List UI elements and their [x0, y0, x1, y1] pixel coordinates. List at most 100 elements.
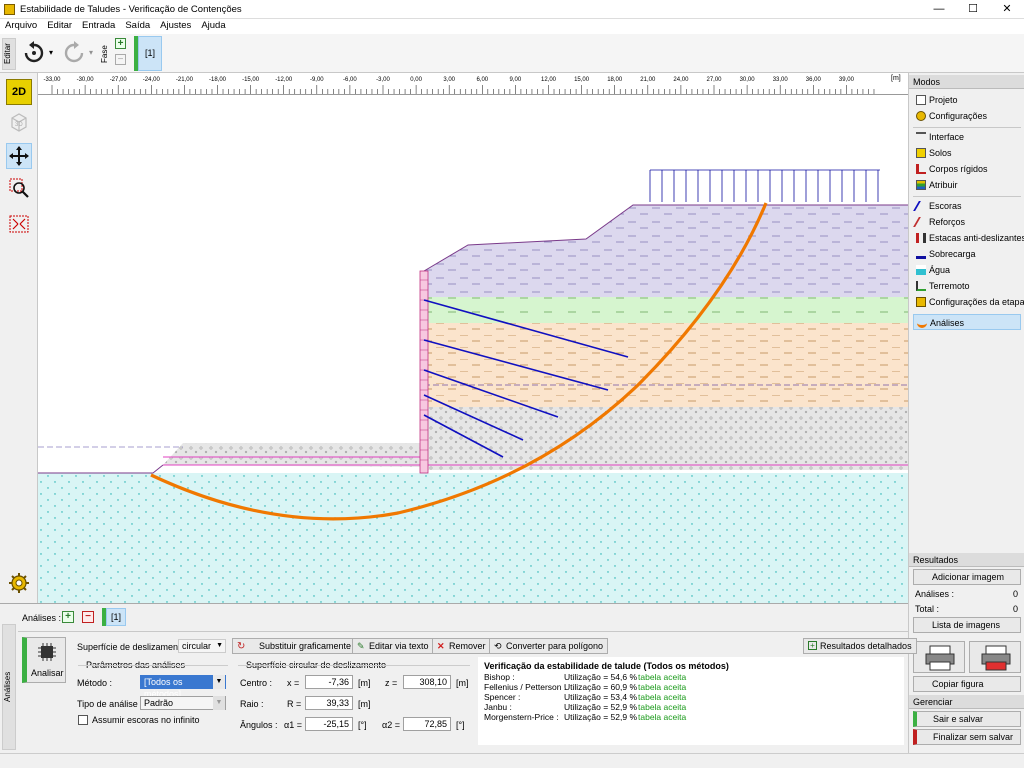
mode-agua[interactable]: Água	[913, 262, 1021, 278]
left-terrain-line	[38, 464, 164, 474]
mode-atribuir[interactable]: Atribuir	[913, 177, 1021, 193]
remove-surface-button[interactable]: ✕ Remover	[432, 638, 491, 654]
mode-configuracoes[interactable]: Configurações	[913, 108, 1021, 124]
result-status: tabela aceita	[638, 682, 687, 692]
surface-type-select[interactable]: circular ▼	[178, 639, 226, 653]
rigid-body-icon	[916, 164, 926, 174]
edit-text-button[interactable]: ✎ Editar via texto	[352, 638, 434, 654]
interface-icon	[916, 132, 926, 142]
minimize-button[interactable]: —	[922, 0, 956, 19]
zoom-window-button[interactable]	[6, 175, 32, 201]
copy-figure-button[interactable]: Copiar figura	[913, 676, 1021, 692]
a2-unit: [°]	[456, 720, 465, 730]
r-label: R =	[287, 699, 302, 709]
total-count-value: 0	[1013, 604, 1019, 614]
analysis-tab-1[interactable]: [1]	[106, 608, 126, 626]
mode-corpos-rigidos[interactable]: Corpos rígidos	[913, 161, 1021, 177]
ruler-tick-label: -21,00	[176, 77, 194, 83]
gear-icon	[916, 111, 926, 121]
mode-analises[interactable]: Análises	[913, 314, 1021, 330]
a1-unit: [°]	[358, 720, 367, 730]
remove-analysis-button[interactable]: −	[82, 611, 94, 623]
mode-config-etapa[interactable]: Configurações da etapa	[913, 294, 1024, 310]
analyze-button[interactable]: Analisar	[22, 637, 66, 683]
redo-button[interactable]	[60, 40, 88, 66]
exit-save-label: Sair e salvar	[933, 714, 984, 724]
add-stage-button[interactable]: +	[115, 38, 126, 49]
mode-solos[interactable]: Solos	[913, 145, 1021, 161]
mode-reforcos[interactable]: Reforços	[913, 214, 1021, 230]
analysis-type-select[interactable]: Padrão ▼	[140, 696, 226, 710]
menu-ajustes[interactable]: Ajustes	[155, 19, 196, 33]
geometry-canvas[interactable]	[38, 95, 908, 603]
stage-tab-1[interactable]: [1]	[138, 36, 162, 71]
undo-button[interactable]	[20, 40, 48, 66]
close-button[interactable]: ✕	[990, 0, 1024, 19]
view-2d-button[interactable]: 2D	[6, 79, 32, 105]
window-title: Estabilidade de Taludes - Verificação de…	[20, 4, 242, 15]
menu-arquivo[interactable]: Arquivo	[0, 19, 42, 33]
fase-label: Fase	[100, 45, 109, 63]
result-utilization: Utilização = 53,4 %	[564, 692, 637, 702]
ruler-ticks: -33,00 -30,00 -27,00 -24,00 -21,00 -18,00 -15,…	[43, 77, 875, 94]
mode-escoras[interactable]: Escoras	[913, 198, 1021, 214]
ruler-tick-label: -33,00	[43, 77, 61, 83]
print-button[interactable]	[913, 641, 965, 673]
detailed-results-label: Resultados detalhados	[820, 641, 912, 651]
app-icon	[4, 4, 15, 15]
ruler-unit: [m]	[891, 75, 901, 82]
analysis-icon	[917, 318, 927, 328]
mode-projeto[interactable]: Projeto	[913, 92, 1021, 108]
radius-input[interactable]: 39,33	[305, 696, 353, 710]
mode-sobrecarga[interactable]: Sobrecarga	[913, 246, 1021, 262]
zoom-extents-button[interactable]	[6, 211, 32, 237]
analysis-panel: Análises Análises : + − [1] Analisar Sup…	[0, 603, 917, 753]
menu-entrada[interactable]: Entrada	[77, 19, 120, 33]
view-3d-button[interactable]: 3D	[6, 109, 32, 135]
mode-estacas[interactable]: Estacas anti-deslizantes	[913, 230, 1024, 246]
settings-button[interactable]	[6, 570, 32, 596]
image-list-button[interactable]: Lista de imagens	[913, 617, 1021, 633]
stage-settings-icon	[916, 297, 926, 307]
params-divider	[78, 665, 228, 666]
menu-saida[interactable]: Saída	[120, 19, 155, 33]
undo-dropdown-icon[interactable]: ▾	[49, 48, 53, 57]
method-select[interactable]: [Todos os métodos] ▼	[140, 675, 226, 699]
result-method: Fellenius / Petterson :	[484, 682, 567, 692]
ruler-tick-label: 6,00	[476, 77, 488, 83]
mode-terremoto[interactable]: Terremoto	[913, 278, 1021, 294]
chip-icon	[38, 643, 56, 661]
mode-interface[interactable]: Interface	[913, 129, 1021, 145]
ruler-tick-label: 3,00	[443, 77, 455, 83]
ruler-tick-label: 9,00	[510, 77, 522, 83]
ruler-tick-label: 39,00	[839, 77, 855, 83]
remove-stage-button[interactable]: −	[115, 54, 126, 65]
separator	[913, 127, 1021, 128]
add-analysis-button[interactable]: +	[62, 611, 74, 623]
print-pdf-button[interactable]	[969, 641, 1021, 673]
center-x-input[interactable]: -7,36	[305, 675, 353, 689]
maximize-button[interactable]: ☐	[956, 0, 990, 19]
center-z-input[interactable]: 308,10	[403, 675, 451, 689]
angle1-input[interactable]: -25,15	[305, 717, 353, 731]
add-image-button[interactable]: Adicionar imagem	[913, 569, 1021, 585]
menu-editar[interactable]: Editar	[42, 19, 77, 33]
title-bar: Estabilidade de Taludes - Verificação de…	[0, 0, 1024, 19]
ruler-tick-label: -24,00	[143, 77, 161, 83]
pan-button[interactable]	[6, 143, 32, 169]
replace-graphically-button[interactable]: ↻ Substituir graficamente	[232, 638, 357, 654]
menu-ajuda[interactable]: Ajuda	[196, 19, 230, 33]
analyses-count-value: 0	[1013, 589, 1019, 599]
infinite-anchor-checkbox[interactable]	[78, 715, 88, 725]
angle2-input[interactable]: 72,85	[403, 717, 451, 731]
redo-dropdown-icon[interactable]: ▾	[89, 48, 93, 57]
status-bar	[0, 753, 1024, 768]
surface-label: Superfície de deslizamento :	[77, 642, 191, 652]
redo-icon	[64, 41, 84, 63]
remove-surface-label: Remover	[449, 641, 486, 651]
exit-save-button[interactable]: Sair e salvar	[913, 711, 1021, 727]
detailed-results-button[interactable]: + Resultados detalhados	[803, 638, 917, 654]
image-list-label: Lista de imagens	[932, 620, 1001, 630]
exit-nosave-button[interactable]: Finalizar sem salvar	[913, 729, 1021, 745]
convert-polygon-button[interactable]: ⟲ Converter para polígono	[489, 638, 609, 654]
